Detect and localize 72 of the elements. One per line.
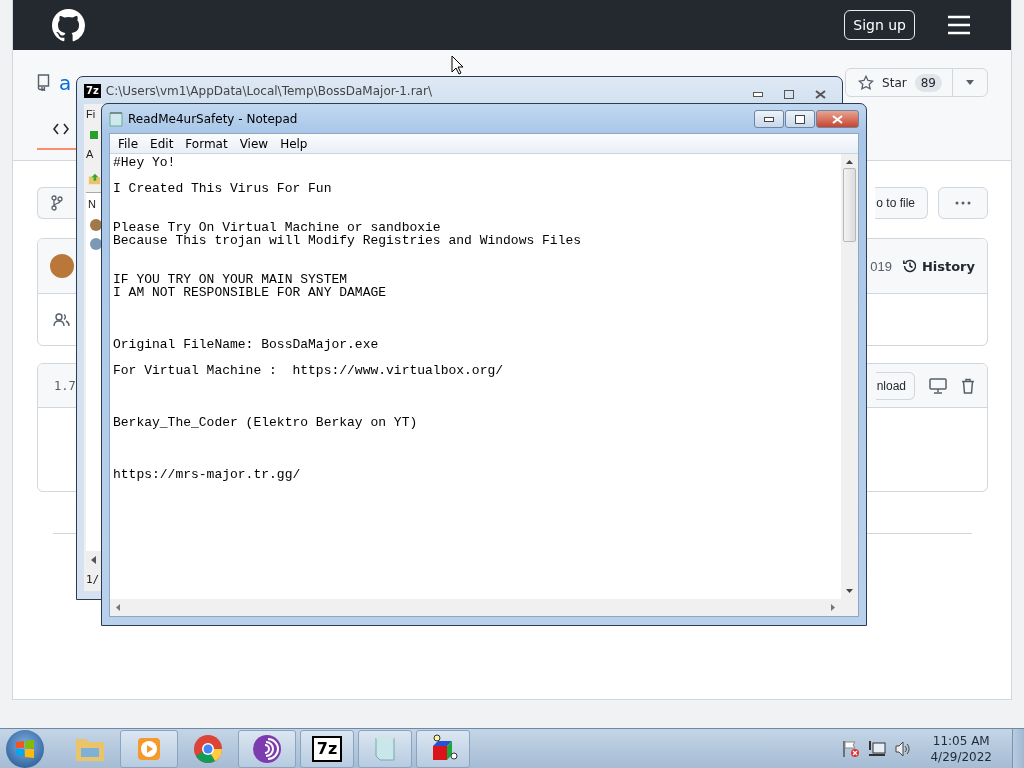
star-count: 89 [914,73,942,92]
minimize-icon [753,91,763,97]
archive-logo: 7z [311,735,343,762]
maximize-icon [784,89,794,99]
onion-icon [252,733,282,764]
desktop-icon[interactable] [929,377,947,394]
notepad-icon [109,110,123,127]
menu-item[interactable]: Help [274,136,314,151]
action-center-flag-icon[interactable] [842,739,861,758]
archive-logo: 7z [84,83,101,98]
file-info: 1.7 [54,378,76,393]
clock-date: 4/29/2022 [930,748,992,765]
taskbar-app-button[interactable]: 7z [300,729,354,768]
folder-up-icon[interactable] [88,172,101,186]
menu-item[interactable]: Edit [144,136,180,151]
clock-time: 11:05 AM [932,732,990,749]
caret-icon [966,80,974,85]
menu-item[interactable]: View [233,136,275,151]
menu-icon[interactable] [947,15,971,35]
code-icon [53,122,69,136]
taskbar-app-button[interactable] [238,729,296,768]
window-title: C:\Users\vm1\AppData\Local\Temp\BossDaMajor-1.rar\ [105,83,432,98]
close-icon [814,89,826,99]
menu-item[interactable]: Fi [84,104,96,124]
clock[interactable]: 11:05 AM 4/29/2022 [930,732,992,765]
mouse-cursor [451,55,464,75]
minimize-button[interactable] [754,110,784,128]
branch-icon [51,195,63,211]
vertical-scrollbar[interactable] [841,154,858,599]
scroll-left-icon[interactable] [116,604,120,611]
file-icon [90,237,101,250]
chrome-icon [193,733,223,764]
window-title: ReadMe4urSafety - Notepad [128,111,298,126]
scroll-thumb[interactable] [843,168,856,242]
file-icon [90,218,101,231]
network-icon[interactable] [868,739,887,758]
scroll-left-icon[interactable] [91,556,96,564]
repo-name[interactable]: a [59,70,72,95]
avatar [50,254,74,278]
add-icon [90,131,98,139]
commit-date: 019 [870,258,892,274]
go-to-file-button[interactable]: o to file [875,187,928,219]
scroll-right-icon[interactable] [831,604,835,611]
star-toggle[interactable]: Star 89 [846,69,953,96]
maximize-icon [795,114,805,124]
download-button[interactable]: nload [875,371,915,400]
status-text: 1/ [85,572,100,588]
history-link[interactable]: History [901,258,975,274]
close-button[interactable] [816,110,859,128]
history-icon [901,258,918,274]
more-icon [955,201,971,205]
branch-button[interactable] [37,187,76,219]
close-icon [832,114,843,124]
menu-item[interactable]: Format [179,136,234,151]
people-icon [53,312,70,327]
speaker-icon[interactable] [894,739,913,758]
star-icon [858,74,875,91]
maximize-button[interactable] [785,110,815,128]
menu-item[interactable]: File [112,136,145,151]
repo-icon [37,74,50,91]
star-button[interactable]: Star 89 [845,68,988,97]
github-logo[interactable] [52,8,85,42]
trash-icon[interactable] [961,377,975,394]
sign-up-button[interactable]: Sign up [844,10,915,40]
scroll-down-icon[interactable] [846,589,853,593]
start-button[interactable] [6,729,44,768]
taskbar-app-button[interactable] [416,729,470,768]
windows-logo [15,739,35,758]
minimize-icon [764,116,774,122]
media-player-icon [136,735,162,762]
column-header[interactable]: N [86,193,96,215]
toolbar-label: A [85,147,94,162]
